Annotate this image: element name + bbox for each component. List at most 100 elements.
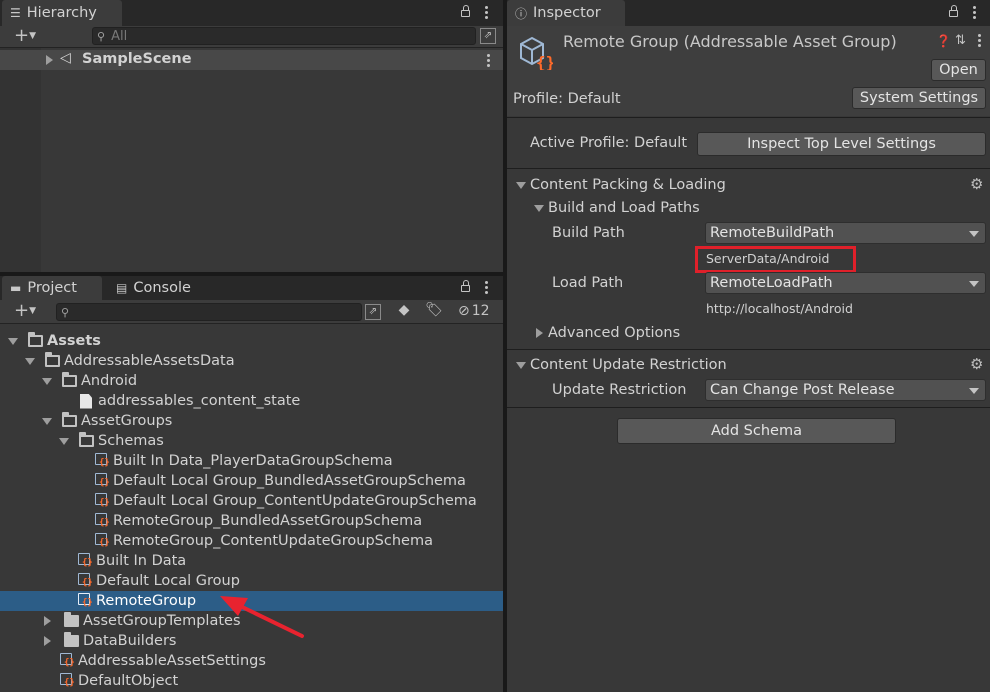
tree-item-schema[interactable]: {} Built In Data_PlayerDataGroupSchema xyxy=(0,451,503,471)
search-placeholder: All xyxy=(111,28,128,44)
tree-item-label: RemoteGroup_BundledAssetGroupSchema xyxy=(113,513,423,529)
tree-item-schema[interactable]: {} RemoteGroup_ContentUpdateGroupSchema xyxy=(0,531,503,551)
collapse-icon[interactable] xyxy=(25,357,35,365)
filter-by-label-icon[interactable]: 🏷 xyxy=(425,302,443,318)
tree-item-content-state[interactable]: addressables_content_state xyxy=(0,391,503,411)
lock-icon[interactable] xyxy=(949,5,958,17)
tree-item-schema[interactable]: {} Default Local Group_ContentUpdateGrou… xyxy=(0,491,503,511)
lock-icon[interactable] xyxy=(461,5,470,17)
build-path-dropdown[interactable]: RemoteBuildPath xyxy=(705,222,986,244)
load-path-dropdown[interactable]: RemoteLoadPath xyxy=(705,272,986,294)
eye-slash-icon: ⊘ xyxy=(458,303,470,319)
profile-label: Profile: Default xyxy=(513,91,621,107)
scriptable-object-icon: {} xyxy=(94,472,110,490)
create-dropdown-button[interactable]: +▼ xyxy=(8,26,42,46)
gear-icon[interactable]: ⚙ xyxy=(970,355,983,373)
tree-item-label: Schemas xyxy=(98,433,164,449)
console-icon: ▤ xyxy=(116,281,128,295)
add-schema-button[interactable]: Add Schema xyxy=(617,418,896,444)
tree-item-addressable-assets-data[interactable]: AddressableAssetsData xyxy=(0,351,503,371)
collapse-icon[interactable] xyxy=(516,362,526,369)
tab-hierarchy[interactable]: ☰ Hierarchy xyxy=(2,0,122,26)
scriptable-object-icon: {} xyxy=(59,672,75,690)
tab-project[interactable]: ▬ Project xyxy=(2,276,102,300)
help-icon[interactable]: ❓ xyxy=(936,34,951,48)
tree-item-android[interactable]: Android xyxy=(0,371,503,391)
divider xyxy=(507,117,990,118)
divider xyxy=(507,407,990,408)
gear-icon[interactable]: ⚙ xyxy=(970,175,983,193)
create-dropdown-button[interactable]: +▼ xyxy=(8,301,42,321)
system-settings-label: System Settings xyxy=(859,90,979,106)
presets-icon[interactable]: ⇅ xyxy=(955,33,966,48)
project-tabbar: ▬ Project ▤ Console xyxy=(0,276,503,300)
tab-inspector-label: Inspector xyxy=(533,5,601,21)
tree-item-label: Android xyxy=(81,373,138,389)
more-options-icon[interactable] xyxy=(973,6,977,21)
collapse-icon[interactable] xyxy=(59,437,69,445)
tree-item-schema[interactable]: {} RemoteGroup_BundledAssetGroupSchema xyxy=(0,511,503,531)
tree-item-schema[interactable]: {} Default Local Group_BundledAssetGroup… xyxy=(0,471,503,491)
tree-item-schemas[interactable]: Schemas xyxy=(0,431,503,451)
folder-icon xyxy=(64,632,79,647)
search-scene-icon[interactable]: ⇗ xyxy=(480,28,496,44)
tab-inspector[interactable]: ⓘ Inspector xyxy=(507,0,625,26)
expand-icon[interactable] xyxy=(536,328,543,338)
project-search-input[interactable]: ⚲ xyxy=(56,303,362,321)
search-icon: ⚲ xyxy=(61,305,70,319)
hierarchy-search-input[interactable]: ⚲ All xyxy=(92,27,476,45)
inspector-panel: ⓘ Inspector {} Remote Group (Addressable… xyxy=(507,0,990,692)
tree-item-label: Default Local Group_BundledAssetGroupSch… xyxy=(113,473,466,489)
tree-item-label: Built In Data_PlayerDataGroupSchema xyxy=(113,453,393,469)
tree-item-label: Built In Data xyxy=(96,553,187,569)
load-path-resolved: http://localhost/Android xyxy=(706,301,853,316)
lock-icon[interactable] xyxy=(461,280,470,292)
scriptable-object-icon: {} xyxy=(59,652,75,670)
collapse-icon[interactable] xyxy=(42,417,52,425)
tab-console[interactable]: ▤ Console xyxy=(108,276,218,300)
content-packing-header[interactable]: Content Packing & Loading xyxy=(530,177,726,193)
expand-icon[interactable] xyxy=(46,55,53,65)
expand-icon[interactable] xyxy=(44,616,51,626)
collapse-icon[interactable] xyxy=(8,337,18,345)
project-toolbar: +▼ ⚲ ⇗ ◆ 🏷 ⊘ 12 xyxy=(0,300,503,324)
asset-group-icon: {} xyxy=(77,552,93,570)
system-settings-button[interactable]: System Settings xyxy=(852,87,986,109)
asset-group-icon: {} xyxy=(77,572,93,590)
content-update-header[interactable]: Content Update Restriction xyxy=(530,357,727,373)
open-button-label: Open xyxy=(939,62,978,78)
more-options-icon[interactable] xyxy=(485,6,489,21)
tree-item-settings[interactable]: {} AddressableAssetSettings xyxy=(0,651,503,671)
hierarchy-panel: ☰ Hierarchy +▼ ⚲ All ⇗ ◁ SampleScene xyxy=(0,0,503,272)
scene-options-icon[interactable] xyxy=(487,54,491,69)
folder-open-icon xyxy=(45,352,60,367)
collapse-icon[interactable] xyxy=(42,377,52,385)
filter-by-type-icon[interactable]: ◆ xyxy=(395,302,413,318)
scene-row[interactable]: ◁ SampleScene xyxy=(0,50,503,70)
active-profile-label: Active Profile: Default xyxy=(530,135,688,151)
load-path-value: RemoteLoadPath xyxy=(710,275,833,291)
search-scene-icon[interactable]: ⇗ xyxy=(365,304,381,320)
collapse-icon[interactable] xyxy=(516,182,526,189)
tree-item-label: RemoteGroup xyxy=(96,593,197,609)
tree-item-asset-groups[interactable]: AssetGroups xyxy=(0,411,503,431)
hierarchy-gutter xyxy=(0,48,41,272)
inspector-tabbar: ⓘ Inspector xyxy=(507,0,990,26)
tree-item-group-default-local[interactable]: {} Default Local Group xyxy=(0,571,503,591)
inspect-button-label: Inspect Top Level Settings xyxy=(747,136,936,152)
tree-item-group-builtin[interactable]: {} Built In Data xyxy=(0,551,503,571)
tree-item-assets[interactable]: Assets xyxy=(0,331,503,351)
advanced-options-foldout[interactable]: Advanced Options xyxy=(548,325,680,341)
more-options-icon[interactable] xyxy=(485,281,489,296)
hierarchy-tabbar: ☰ Hierarchy xyxy=(0,0,503,26)
tree-item-default-object[interactable]: {} DefaultObject xyxy=(0,671,503,691)
component-options-icon[interactable] xyxy=(978,34,982,49)
build-load-paths-header[interactable]: Build and Load Paths xyxy=(548,200,700,216)
expand-icon[interactable] xyxy=(44,636,51,646)
collapse-icon[interactable] xyxy=(534,205,544,212)
asset-group-large-icon: {} xyxy=(517,34,555,72)
inspect-top-level-settings-button[interactable]: Inspect Top Level Settings xyxy=(697,132,986,156)
open-button[interactable]: Open xyxy=(931,59,986,81)
hidden-packages-toggle[interactable]: ⊘ 12 xyxy=(458,303,498,319)
update-restriction-dropdown[interactable]: Can Change Post Release xyxy=(705,379,986,401)
